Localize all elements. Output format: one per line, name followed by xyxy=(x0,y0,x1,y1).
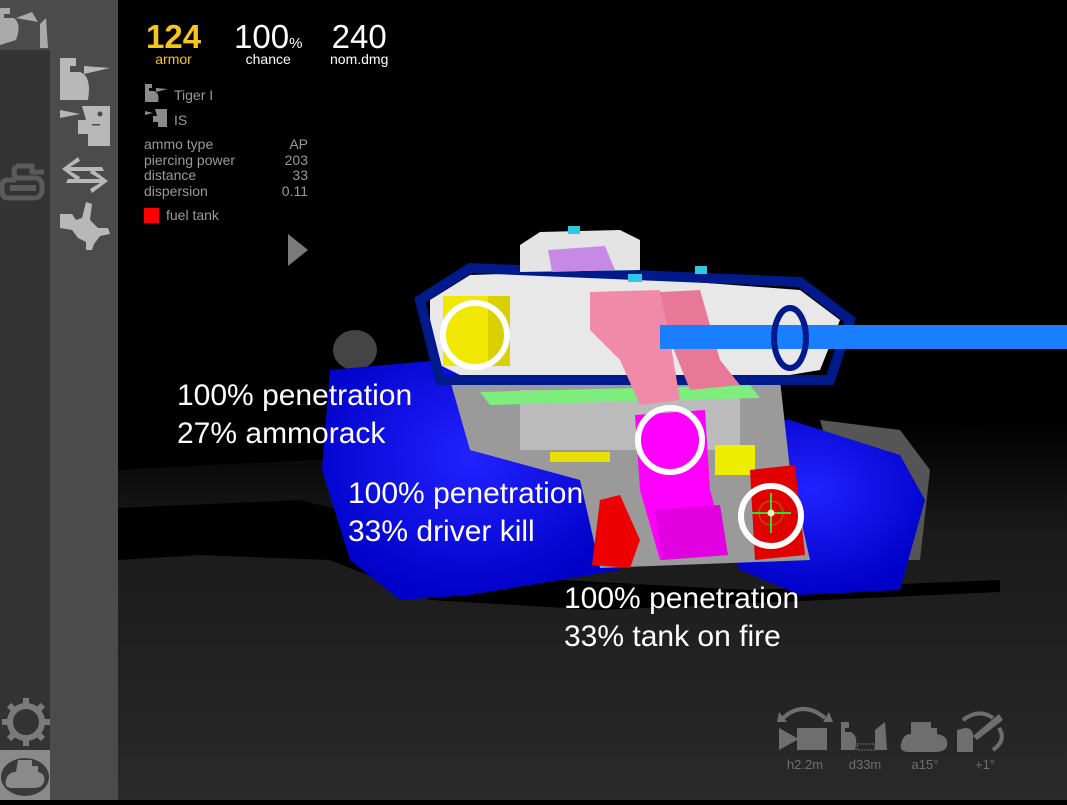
sidebar-item-select-target[interactable] xyxy=(58,104,112,157)
param-row: distance 33 xyxy=(144,167,308,184)
sidebar-item-modules[interactable] xyxy=(58,198,112,257)
tank-angle-control[interactable]: a15° xyxy=(895,700,955,772)
param-row: dispersion 0.11 xyxy=(144,182,308,200)
tank-outline-icon xyxy=(0,163,45,201)
periscope xyxy=(568,226,580,234)
target-tank-name: IS xyxy=(174,112,188,128)
fuel-tank-swatch xyxy=(144,207,159,223)
param-value: 203 xyxy=(284,151,308,168)
rear-exhaust xyxy=(333,330,377,370)
attacker-tank-icon xyxy=(145,84,168,102)
annotation-effect: 27% ammorack xyxy=(177,417,386,450)
sidebar-item-module-view[interactable] xyxy=(0,158,50,207)
nom-dmg-label: nom.dmg xyxy=(330,51,389,67)
swap-arrows-icon xyxy=(62,157,108,193)
param-value: 0.11 xyxy=(281,182,308,199)
annotation-penetration: 100% penetration xyxy=(564,582,800,615)
gun-angle-label: +1° xyxy=(974,757,996,772)
gun-barrel xyxy=(660,325,1067,349)
nom-dmg-value: 240 xyxy=(331,18,387,55)
param-label: dispersion xyxy=(144,182,208,199)
param-label: distance xyxy=(144,167,197,183)
attacker-tank-name: Tiger I xyxy=(174,87,214,103)
periscope xyxy=(628,274,642,282)
annotation-penetration: 100% penetration xyxy=(177,379,413,412)
sidebar-item-select-attacker[interactable] xyxy=(58,56,112,107)
armor-stat: 124 armor xyxy=(146,20,201,66)
chance-stat: 100% chance xyxy=(234,20,302,66)
module-legend: fuel tank xyxy=(144,207,219,223)
tank-angle-label: a15° xyxy=(911,757,939,772)
param-label: ammo type xyxy=(144,136,214,152)
legend-label: fuel tank xyxy=(166,207,219,223)
sidebar-item-garage[interactable] xyxy=(0,750,50,800)
camera-height-control[interactable]: h2.2m xyxy=(775,700,835,772)
param-label: piercing power xyxy=(144,151,236,168)
sidebar-item-shooter-target-mode[interactable] xyxy=(0,0,50,50)
tank-vs-tank-icon xyxy=(0,8,48,48)
sidebar-item-settings[interactable] xyxy=(2,698,50,751)
annotation-driver: 100% penetration 33% driver kill xyxy=(348,475,583,551)
camera-height-label: h2.2m xyxy=(786,757,824,772)
ammorack-module xyxy=(715,445,755,475)
sidebar-item-swap-tanks[interactable] xyxy=(58,155,112,200)
play-button[interactable] xyxy=(288,234,308,266)
attacker-tank-icon xyxy=(60,58,110,100)
distance-icon xyxy=(841,722,887,751)
driver-module-seat xyxy=(655,505,728,560)
gear-icon xyxy=(2,698,50,746)
sidebar-outer xyxy=(0,0,50,800)
shot-parameters: ammo type AP piercing power 203 distance 33… xyxy=(144,136,308,200)
annotation-effect: 33% driver kill xyxy=(348,515,535,548)
annotation-fuel-tank: 100% penetration 33% tank on fire xyxy=(564,580,799,656)
param-value: 33 xyxy=(292,167,308,183)
param-row: piercing power 203 xyxy=(144,151,308,169)
annotation-ammorack: 100% penetration 27% ammorack xyxy=(177,377,412,453)
commander-module xyxy=(548,246,615,272)
tank-angle-icon xyxy=(900,722,948,752)
gun-angle-icon xyxy=(957,711,1004,752)
param-value: AP xyxy=(289,136,308,152)
gun-angle-control[interactable]: +1° xyxy=(955,700,1015,772)
annotation-effect: 33% tank on fire xyxy=(564,620,781,653)
target-tank-icon xyxy=(60,106,110,146)
gear-segment-icon xyxy=(60,202,110,250)
armor-value: 124 xyxy=(146,18,202,55)
chance-value: 100 xyxy=(234,18,290,55)
chance-unit: % xyxy=(289,35,303,52)
camera-height-icon xyxy=(777,707,833,750)
distance-control[interactable]: d33m xyxy=(835,700,895,772)
nom-dmg-stat: 240 nom.dmg xyxy=(330,20,388,66)
periscope xyxy=(695,266,707,274)
distance-label: d33m xyxy=(848,757,882,772)
ammorack-module xyxy=(550,452,610,462)
tank-badge-icon xyxy=(1,758,49,796)
param-row: ammo type AP xyxy=(144,136,308,153)
annotation-penetration: 100% penetration xyxy=(348,477,584,510)
target-tank-icon xyxy=(145,109,167,127)
